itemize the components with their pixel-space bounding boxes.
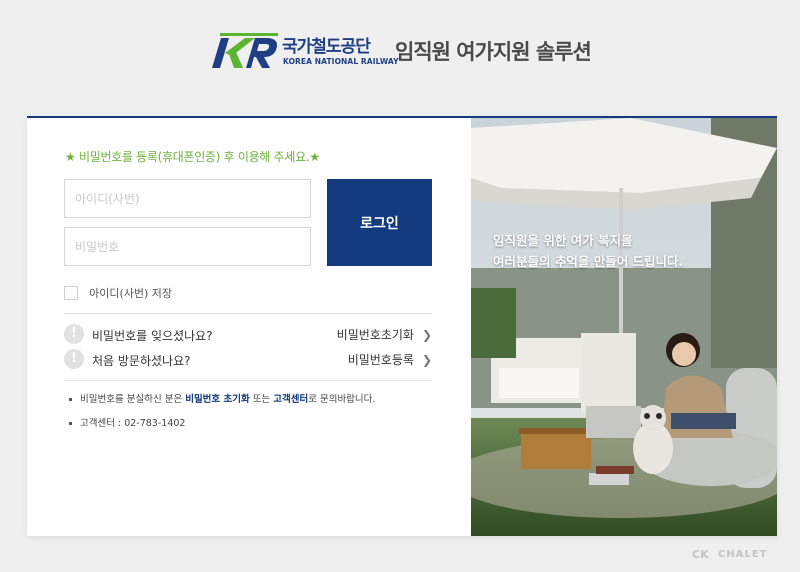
save-id-label[interactable]: 아이디(사번) 저장	[89, 285, 172, 301]
customer-center-link[interactable]: 고객센터	[273, 394, 308, 405]
save-id-row[interactable]: 아이디(사번) 저장	[64, 282, 172, 301]
reset-password-link[interactable]: 비밀번호초기화 ❯	[337, 326, 432, 343]
kr-logo-mark-icon	[212, 33, 278, 68]
promo-caption: 임직원을 위한 여가 복지몰 여러분들의 추억을 만들어 드립니다.	[493, 230, 683, 272]
promo-illustration	[471, 118, 777, 536]
login-panel: ★ 비밀번호를 등록(휴대폰인증) 후 이용해 주세요.★ 로그인 아이디(사번…	[27, 118, 471, 536]
forgot-password-question: 비밀번호를 잊으셨나요?	[92, 329, 213, 343]
save-id-checkbox[interactable]	[64, 285, 78, 300]
first-visit-row: ! 처음 방문하셨나요? 비밀번호등록 ❯	[64, 349, 432, 369]
exclamation-icon: !	[64, 349, 84, 369]
registration-notice: ★ 비밀번호를 등록(휴대폰인증) 후 이용해 주세요.★	[65, 150, 320, 164]
promo-caption-line1: 임직원을 위한 여가 복지몰	[493, 233, 633, 248]
id-input[interactable]	[64, 179, 311, 218]
exclamation-icon: !	[64, 324, 84, 344]
chevron-right-icon: ❯	[421, 328, 432, 342]
kr-logo[interactable]: 국가철도공단 KOREA NATIONAL RAILWAY	[212, 30, 399, 72]
logo-korean-text: 국가철도공단	[282, 37, 371, 57]
logo-english-text: KOREA NATIONAL RAILWAY	[283, 57, 399, 66]
watermark: CK CHALET	[692, 548, 784, 564]
customer-center-phone: 고객센터 : 02-783-1402	[80, 418, 186, 429]
promo-caption-line2: 여러분들의 추억을 만들어 드립니다.	[493, 254, 684, 269]
login-card: ★ 비밀번호를 등록(휴대폰인증) 후 이용해 주세요.★ 로그인 아이디(사번…	[27, 116, 777, 536]
info-line-contact: 비밀번호를 분실하신 분은 비밀번호 초기화 또는 고객센터로 문의바랍니다.	[69, 391, 375, 405]
watermark-logo-icon: CK	[692, 548, 709, 561]
watermark-text: CHALET	[718, 549, 768, 560]
bullet-icon	[69, 422, 72, 425]
promo-photo: 임직원을 위한 여가 복지몰 여러분들의 추억을 만들어 드립니다.	[471, 118, 777, 536]
password-input[interactable]	[64, 227, 311, 266]
reset-password-info-link[interactable]: 비밀번호 초기화	[185, 394, 250, 405]
reset-password-link-label[interactable]: 비밀번호초기화	[337, 328, 414, 342]
register-password-link[interactable]: 비밀번호등록 ❯	[348, 351, 432, 368]
first-visit-question: 처음 방문하셨나요?	[92, 354, 191, 368]
header: 국가철도공단 KOREA NATIONAL RAILWAY 임직원 여가지원 솔…	[0, 0, 800, 110]
divider	[64, 380, 432, 381]
info-text: 또는	[249, 394, 274, 405]
page-title: 임직원 여가지원 솔루션	[395, 40, 592, 64]
info-line-phone: 고객센터 : 02-783-1402	[69, 415, 185, 429]
chevron-right-icon: ❯	[421, 353, 432, 367]
info-text: 비밀번호를 분실하신 분은	[80, 394, 186, 405]
divider	[64, 313, 432, 314]
info-text: 로 문의바랍니다.	[308, 394, 376, 405]
login-button[interactable]: 로그인	[327, 179, 432, 266]
forgot-password-row: ! 비밀번호를 잊으셨나요? 비밀번호초기화 ❯	[64, 324, 432, 344]
register-password-link-label[interactable]: 비밀번호등록	[348, 353, 414, 367]
bullet-icon	[69, 398, 72, 401]
